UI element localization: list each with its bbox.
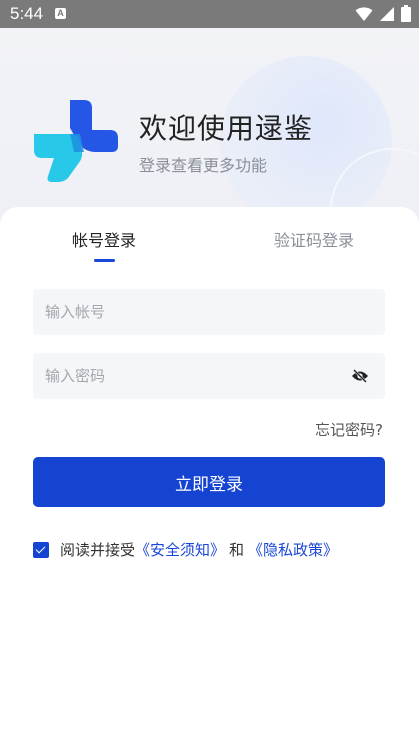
account-input[interactable] [33, 289, 347, 335]
safety-notice-link[interactable]: 《安全须知》 [135, 539, 225, 560]
tab-sms-login[interactable]: 验证码登录 [274, 227, 354, 251]
status-time: 5:44 [10, 4, 44, 23]
forgot-password-link[interactable]: 忘记密码? [315, 419, 383, 440]
agreement-checkbox[interactable] [33, 541, 49, 558]
password-field[interactable] [33, 353, 385, 399]
page-subtitle: 登录查看更多功能 [139, 156, 268, 175]
tab-account-login[interactable]: 帐号登录 [72, 227, 136, 251]
status-bar: 5:44 A [0, 0, 419, 28]
status-icons [355, 5, 411, 22]
wifi-icon [355, 6, 373, 21]
agreement-row: 阅读并接受 《安全须知》 和 《隐私政策》 [33, 539, 338, 560]
agreement-prefix: 阅读并接受 [60, 541, 136, 559]
agreement-conjunction: 和 [229, 541, 245, 559]
notification-app-icon: A [55, 8, 66, 19]
password-input[interactable] [33, 353, 347, 399]
battery-icon [401, 5, 411, 22]
signal-icon [380, 6, 394, 21]
app-logo-icon [34, 100, 118, 182]
page-title: 欢迎使用逯鉴 [139, 112, 314, 145]
privacy-policy-link[interactable]: 《隐私政策》 [248, 539, 338, 560]
eye-off-icon[interactable] [351, 368, 369, 384]
login-card: 帐号登录 验证码登录 忘记密码? 立即登录 阅读并接受 《安全须知》 和 《隐私… [0, 207, 419, 746]
active-tab-indicator [94, 259, 115, 262]
account-field[interactable] [33, 289, 385, 335]
login-button[interactable]: 立即登录 [33, 457, 385, 507]
